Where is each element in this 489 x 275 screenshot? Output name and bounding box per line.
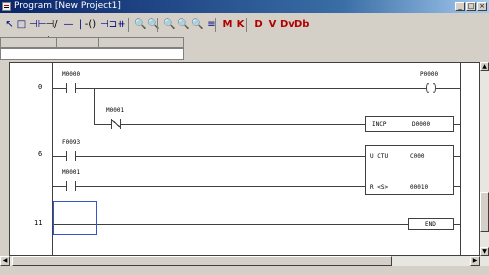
comment-cell-1[interactable] <box>1 38 57 47</box>
contact-nc-icon[interactable]: ⊣/⊢ <box>45 17 58 46</box>
reset-label: R <S> <box>370 184 389 191</box>
instruction-operand: D0000 <box>412 121 431 128</box>
monitor-icon[interactable]: M <box>221 17 234 33</box>
step-number: 0 <box>38 83 43 91</box>
counter-preset: 00010 <box>410 184 429 191</box>
comment-input-field[interactable] <box>0 48 184 60</box>
rung-line <box>454 224 460 225</box>
counter-name: C000 <box>410 153 425 160</box>
scroll-right-button[interactable]: ▶ <box>470 256 480 266</box>
counter-block[interactable]: U CTU C000 R <S> 00010 <box>365 145 454 195</box>
close-button[interactable]: × <box>477 2 487 11</box>
rung-line <box>454 156 460 157</box>
coil-label: P0000 <box>420 71 439 78</box>
branch-line <box>94 88 95 124</box>
contact-label: F0093 <box>62 139 81 146</box>
right-power-rail <box>460 63 461 255</box>
zoom-in-icon[interactable]: 🔍 <box>134 17 147 33</box>
counter-type: U CTU <box>370 153 389 160</box>
contact-f0093[interactable] <box>66 151 76 161</box>
zoom-out-icon[interactable]: 🔍 <box>147 17 160 33</box>
edit-cursor[interactable] <box>53 201 97 235</box>
contact-nc-m0001[interactable] <box>111 119 121 129</box>
contact-m0001[interactable] <box>66 181 76 191</box>
contact-label: M0001 <box>62 169 81 176</box>
scroll-left-button[interactable]: ◀ <box>0 256 10 266</box>
toolbar-separator <box>246 18 247 32</box>
toolbar-separator <box>215 18 216 32</box>
scroll-down-button[interactable]: ▼ <box>480 247 489 256</box>
device-d-icon[interactable]: D <box>252 17 265 33</box>
rung-line <box>53 156 365 157</box>
comment-cell-2[interactable] <box>57 38 99 47</box>
compare-icon[interactable]: ⧺ <box>115 17 128 33</box>
program-icon <box>2 2 11 11</box>
find-device-icon[interactable]: 🔍 <box>191 17 204 33</box>
find-icon[interactable]: 🔍 <box>163 17 176 33</box>
maximize-button[interactable]: □ <box>466 2 476 11</box>
ladder-editor[interactable]: 0 M0000 P0000 M0001 INCP D0000 6 F0093 M… <box>9 62 480 256</box>
function-box-icon[interactable]: ⊣⊐ <box>100 17 117 33</box>
end-label: END <box>425 221 436 228</box>
toolbar-separator <box>128 18 129 32</box>
device-db-icon[interactable]: Db <box>294 17 309 33</box>
box-icon[interactable]: □ <box>15 17 28 33</box>
end-instruction-box[interactable]: END <box>408 218 454 230</box>
contact-no-icon[interactable]: ⊣⊢ <box>29 17 46 33</box>
title-bar[interactable]: Program [New Project1] _ □ × <box>0 0 489 13</box>
horizontal-scrollbar[interactable]: ◀ ▶ <box>0 256 489 266</box>
minimize-button[interactable]: _ <box>455 2 465 11</box>
rung-line <box>53 224 408 225</box>
contact-label: M0000 <box>62 71 81 78</box>
coil-p0000[interactable] <box>426 83 436 93</box>
list-icon[interactable]: ≡ <box>205 17 218 33</box>
coil-icon[interactable]: -() <box>84 17 97 33</box>
device-dv-icon[interactable]: Dv <box>280 17 295 33</box>
program-window: Program [New Project1] _ □ × ↖□⊣⊢⊣/⊢—|-(… <box>0 0 489 275</box>
step-number: 11 <box>34 219 43 227</box>
step-column <box>10 63 52 255</box>
rung-line <box>454 186 460 187</box>
contact-label: M0001 <box>106 107 125 114</box>
window-bottom-edge <box>0 266 489 275</box>
instruction-name: INCP <box>372 121 387 128</box>
vertical-scroll-thumb[interactable] <box>480 192 489 232</box>
window-title: Program [New Project1] <box>14 1 121 11</box>
vertical-scrollbar[interactable]: ▲ ▼ <box>480 62 489 256</box>
rung-line <box>53 186 365 187</box>
toolbar-separator <box>157 18 158 32</box>
device-comment-row[interactable] <box>0 37 184 48</box>
find-next-icon[interactable]: 🔍 <box>177 17 190 33</box>
inc-instruction-box[interactable]: INCP D0000 <box>365 116 454 132</box>
contact-m0000[interactable] <box>66 83 76 93</box>
horizontal-scroll-thumb[interactable] <box>12 256 392 266</box>
step-number: 6 <box>38 150 43 158</box>
scroll-up-button[interactable]: ▲ <box>480 62 489 71</box>
device-v-icon[interactable]: V <box>266 17 279 33</box>
ladder-toolbar: ↖□⊣⊢⊣/⊢—|-()⊣⊐⧺🔍🔍🔍🔍🔍≡MKDVDvDb <box>0 14 489 46</box>
rung-line <box>53 88 460 89</box>
